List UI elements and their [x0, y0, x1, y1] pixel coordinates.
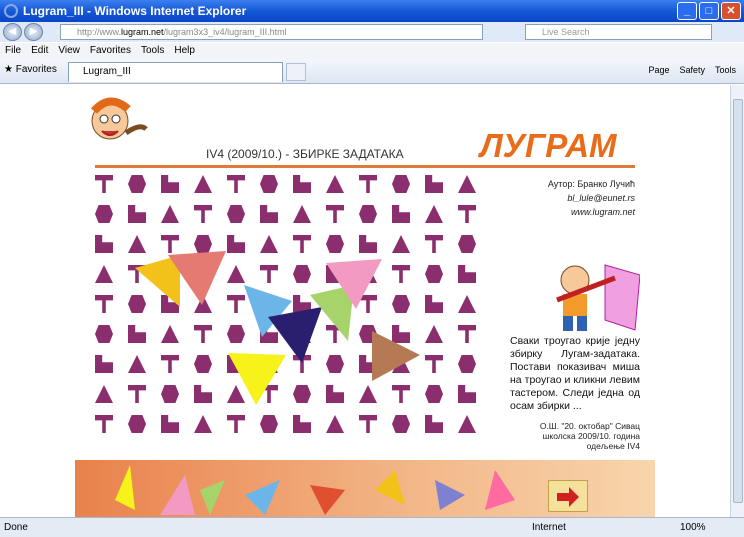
back-button[interactable]: ◀: [3, 23, 22, 41]
menu-file[interactable]: File: [5, 43, 21, 59]
cartoon-kid-with-pencil: [556, 264, 640, 331]
menu-favorites[interactable]: Favorites: [90, 43, 131, 59]
triangle-1[interactable]: [135, 255, 180, 307]
window-title: Lugram_III - Windows Internet Explorer: [23, 4, 247, 18]
address-bar: ◀ ▶ http://www.lugram.net/lugram3x3_iv4/…: [0, 22, 744, 42]
tools-menu[interactable]: Tools: [715, 65, 736, 75]
page-menu[interactable]: Page: [648, 65, 669, 75]
safety-menu[interactable]: Safety: [679, 65, 705, 75]
favorites-bar: ★ Favorites Lugram_III Page Safety Tools: [0, 59, 744, 84]
forward-button[interactable]: ▶: [24, 23, 43, 41]
zone-indicator: Internet: [532, 522, 566, 533]
status-bar: Done Internet 100%: [0, 517, 744, 537]
menu-view[interactable]: View: [58, 43, 80, 59]
minimize-button[interactable]: _: [677, 2, 697, 20]
url-input[interactable]: http://www.lugram.net/lugram3x3_iv4/lugr…: [60, 24, 483, 40]
vertical-scrollbar[interactable]: [730, 85, 744, 517]
description: Сваки троугао крије једну збирку Лугам-з…: [510, 335, 640, 412]
menu-tools[interactable]: Tools: [141, 43, 164, 59]
browser-tab[interactable]: Lugram_III: [68, 62, 283, 82]
maximize-button[interactable]: □: [699, 2, 719, 20]
status-text: Done: [4, 522, 28, 533]
triangle-7[interactable]: [228, 353, 286, 405]
exit-button[interactable]: [548, 480, 588, 512]
menu-edit[interactable]: Edit: [31, 43, 48, 59]
page-content: IV4 (2009/10.) - ЗБИРКЕ ЗАДАТАКА ЛУГРАМ …: [0, 85, 730, 517]
favorites-button[interactable]: ★ Favorites: [4, 64, 57, 75]
close-button[interactable]: ✕: [721, 2, 741, 20]
triangle-8[interactable]: [372, 331, 420, 381]
menu-help[interactable]: Help: [174, 43, 195, 59]
new-tab-button[interactable]: [286, 63, 306, 81]
school-info: О.Ш. "20. октобар" Сивац школска 2009/10…: [539, 421, 640, 451]
menu-bar: File Edit View Favorites Tools Help: [0, 43, 744, 59]
arrow-icon: [557, 487, 579, 507]
zoom-control[interactable]: 100%: [680, 518, 706, 537]
ie-icon: [4, 4, 18, 18]
scrollbar-thumb[interactable]: [733, 99, 743, 503]
search-input[interactable]: Live Search: [525, 24, 712, 40]
title-bar: Lugram_III - Windows Internet Explorer _…: [0, 0, 744, 22]
